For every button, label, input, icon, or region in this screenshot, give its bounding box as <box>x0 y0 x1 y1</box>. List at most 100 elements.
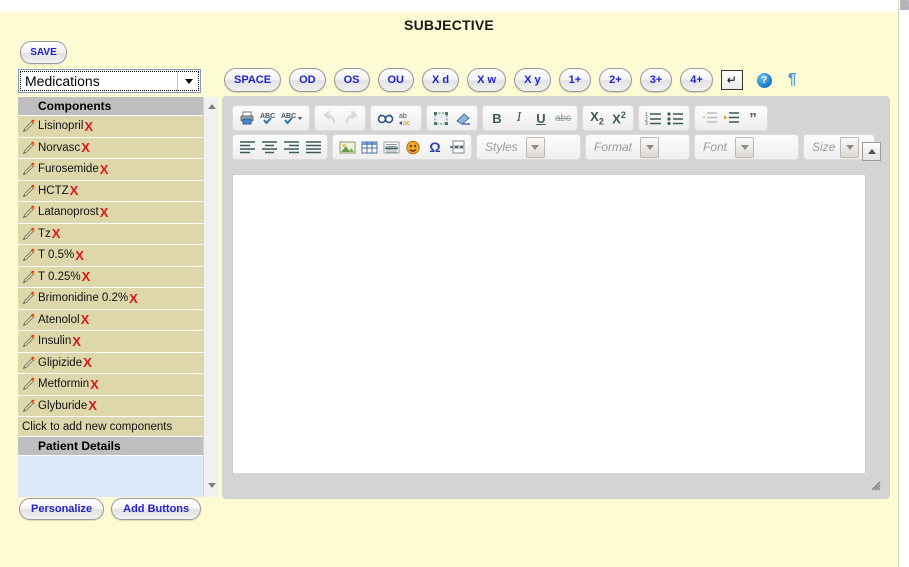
chevron-down-icon[interactable] <box>735 136 755 158</box>
quick-button-od[interactable]: OD <box>289 68 326 92</box>
indent-icon[interactable] <box>720 108 742 128</box>
pilcrow-icon[interactable]: ¶ <box>788 72 797 88</box>
resize-grip-icon[interactable] <box>867 477 881 491</box>
component-row[interactable]: Norvasc X <box>18 137 203 159</box>
component-row[interactable]: Lisinopril X <box>18 116 203 138</box>
chevron-down-icon[interactable] <box>640 136 660 158</box>
spellcheck-icon[interactable]: ABC <box>258 108 280 128</box>
personalize-button[interactable]: Personalize <box>19 498 105 520</box>
replace-icon[interactable]: ab ac <box>396 108 418 128</box>
format-combo[interactable]: Format <box>585 134 690 160</box>
justify-icon[interactable] <box>302 137 324 157</box>
pencil-icon[interactable] <box>22 399 36 413</box>
component-row[interactable]: Insulin X <box>18 331 203 353</box>
triangle-up-icon[interactable] <box>204 99 219 114</box>
table-icon[interactable] <box>358 137 380 157</box>
quick-button-1-[interactable]: 1+ <box>558 68 592 92</box>
component-row[interactable]: T 0.5% X <box>18 245 203 267</box>
pencil-icon[interactable] <box>22 356 36 370</box>
help-circle-icon[interactable]: ? <box>756 72 772 88</box>
pencil-icon[interactable] <box>22 377 36 391</box>
quick-button-2-[interactable]: 2+ <box>599 68 632 92</box>
x-mark-icon[interactable]: X <box>52 227 61 240</box>
bulleted-list-icon[interactable] <box>664 108 686 128</box>
quick-button-os[interactable]: OS <box>333 68 370 92</box>
pencil-icon[interactable] <box>22 205 36 219</box>
x-mark-icon[interactable]: X <box>72 335 81 348</box>
pencil-icon[interactable] <box>22 313 36 327</box>
align-center-icon[interactable] <box>258 137 280 157</box>
component-category-select[interactable]: Medications <box>18 69 201 93</box>
x-mark-icon[interactable]: X <box>81 313 90 326</box>
numbered-list-icon[interactable]: 123 <box>642 108 664 128</box>
chevron-down-icon[interactable] <box>840 136 860 158</box>
pencil-icon[interactable] <box>22 141 36 155</box>
strikethrough-icon[interactable]: abc <box>552 108 574 128</box>
component-row[interactable]: T 0.25% X <box>18 266 203 288</box>
redo-icon[interactable] <box>340 108 362 128</box>
smiley-icon[interactable] <box>402 137 424 157</box>
quick-button-ou[interactable]: OU <box>377 68 414 92</box>
align-left-icon[interactable] <box>236 137 258 157</box>
x-mark-icon[interactable]: X <box>129 292 138 305</box>
italic-icon[interactable]: I <box>508 108 530 128</box>
styles-combo[interactable]: Styles <box>476 134 581 160</box>
pencil-icon[interactable] <box>22 184 36 198</box>
enter-key-icon[interactable]: ↵ <box>720 70 743 90</box>
font-combo[interactable]: Font <box>694 134 799 160</box>
x-mark-icon[interactable]: X <box>70 184 79 197</box>
quick-button-x-y[interactable]: X y <box>514 68 551 92</box>
component-row[interactable]: Glyburide X <box>18 395 203 417</box>
pencil-icon[interactable] <box>22 119 36 133</box>
align-right-icon[interactable] <box>280 137 302 157</box>
component-row[interactable]: Glipizide X <box>18 352 203 374</box>
pencil-icon[interactable] <box>22 291 36 305</box>
quick-button-3-[interactable]: 3+ <box>639 68 673 92</box>
spellcheck-options-icon[interactable]: ABC <box>280 108 306 128</box>
add-new-component-row[interactable]: Click to add new components <box>18 417 203 437</box>
pencil-icon[interactable] <box>22 227 36 241</box>
print-icon[interactable] <box>236 108 258 128</box>
editor-content-area[interactable] <box>232 174 866 481</box>
x-mark-icon[interactable]: X <box>82 270 91 283</box>
bold-icon[interactable]: B <box>486 108 508 128</box>
triangle-down-icon[interactable] <box>204 478 219 493</box>
horizontal-rule-icon[interactable] <box>380 137 402 157</box>
component-row[interactable]: HCTZ X <box>18 180 203 202</box>
quick-button-4-[interactable]: 4+ <box>680 68 713 92</box>
component-row[interactable]: Furosemide X <box>18 159 203 181</box>
chevron-down-icon[interactable] <box>525 136 545 158</box>
pencil-icon[interactable] <box>22 162 36 176</box>
save-button[interactable]: SAVE <box>20 41 67 64</box>
component-row[interactable]: Latanoprost X <box>18 202 203 224</box>
add-buttons-button[interactable]: Add Buttons <box>111 498 202 520</box>
pencil-icon[interactable] <box>22 334 36 348</box>
superscript-icon[interactable]: X2 <box>608 108 630 128</box>
quick-button-space[interactable]: SPACE <box>224 68 282 92</box>
component-row[interactable]: Atenolol X <box>18 309 203 331</box>
component-row[interactable]: Brimonidine 0.2% X <box>18 288 203 310</box>
x-mark-icon[interactable]: X <box>88 399 97 412</box>
patient-details-body[interactable] <box>18 456 203 497</box>
quick-button-x-w[interactable]: X w <box>467 68 507 92</box>
special-character-icon[interactable]: Ω <box>424 137 446 157</box>
remove-format-icon[interactable] <box>452 108 474 128</box>
outdent-icon[interactable] <box>698 108 720 128</box>
x-mark-icon[interactable]: X <box>75 249 84 262</box>
find-icon[interactable] <box>374 108 396 128</box>
x-mark-icon[interactable]: X <box>100 163 109 176</box>
chevron-down-icon[interactable] <box>177 70 200 92</box>
page-scrollbar-thumb[interactable] <box>900 0 909 10</box>
pencil-icon[interactable] <box>22 270 36 284</box>
toolbar-collapse-button[interactable] <box>862 142 881 161</box>
image-icon[interactable] <box>336 137 358 157</box>
x-mark-icon[interactable]: X <box>100 206 109 219</box>
components-list-scrollbar[interactable] <box>203 97 218 497</box>
quick-button-x-d[interactable]: X d <box>422 68 460 92</box>
x-mark-icon[interactable]: X <box>83 356 92 369</box>
x-mark-icon[interactable]: X <box>81 141 90 154</box>
x-mark-icon[interactable]: X <box>84 120 93 133</box>
undo-icon[interactable] <box>318 108 340 128</box>
page-break-icon[interactable] <box>446 137 468 157</box>
subscript-icon[interactable]: X2 <box>586 108 608 128</box>
